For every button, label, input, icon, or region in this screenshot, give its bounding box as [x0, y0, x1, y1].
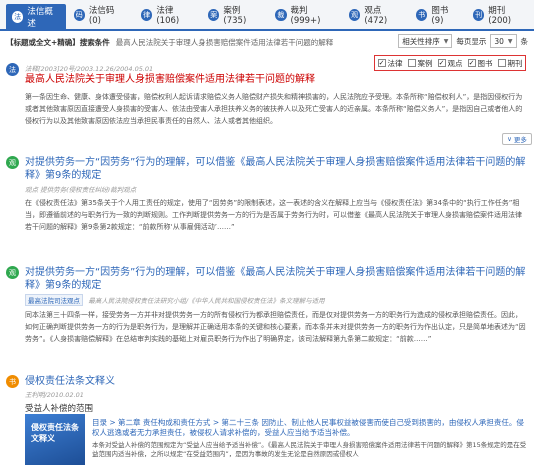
tab-label: 法律(106): [156, 5, 180, 26]
search-condition-prefix: 【标题或全文+精确】搜索条件: [6, 37, 110, 47]
chevron-down-icon: ∨: [507, 135, 512, 143]
sort-value: 相关性排序: [402, 36, 440, 46]
result-title[interactable]: 最高人民法院关于审理人身损害赔偿案件适用法律若干问题的解释: [25, 73, 315, 86]
more-label: 更多: [513, 136, 527, 144]
tab-label: 法信码 (0): [88, 5, 115, 26]
result-meta: 法释[2003]20号/2003.12.26/2004.05.01: [25, 65, 154, 73]
book-icon: 书: [6, 375, 19, 388]
book-excerpt: 本条对受益人补偿的范围规定为“受益人应当给予适当补偿”。《最高人民法院关于审理人…: [92, 441, 527, 458]
tab-label: 案例(735): [223, 5, 247, 26]
per-page-unit: 条: [520, 36, 529, 46]
result-title[interactable]: 侵权责任法条文释义: [25, 375, 115, 388]
source-tag: 最高法院司法观点: [25, 294, 83, 306]
result-subtitle: 受益人补偿的范围: [25, 404, 94, 414]
result-snippet: 同本法第三十四条一样，接受劳务一方并非对提供劳务一方的所有侵权行为都承担赔偿责任…: [25, 311, 526, 343]
result-tabs: 法法信概述 码法信码 (0) 律法律(106) 案案例(735) 裁裁判(999…: [0, 0, 534, 31]
result-item: 法 法释[2003]20号/2003.12.26/2004.05.01 最高人民…: [6, 63, 528, 127]
chevron-down-icon: ▼: [507, 37, 513, 45]
more-button[interactable]: ∨ 更多: [502, 133, 532, 145]
journal-icon: 刊: [472, 8, 485, 21]
tab-label: 图书(9): [431, 5, 449, 26]
viewpoint-icon: 观: [349, 8, 361, 21]
tab-label: 裁判(999+): [290, 5, 321, 26]
book-cover[interactable]: 侵权责任法条文释义: [25, 414, 85, 465]
code-icon: 码: [73, 8, 85, 21]
tab-label: 期刊(200): [488, 5, 512, 26]
tab-law[interactable]: 律法律(106): [135, 3, 200, 26]
tab-label: 观点(472): [364, 5, 388, 26]
tab-judgments[interactable]: 裁裁判(999+): [269, 3, 341, 26]
result-snippet: 第一条因生命、健康、身体遭受侵害，赔偿权利人起诉请求赔偿义务人赔偿财产损失和精神…: [25, 93, 523, 125]
tab-overview[interactable]: 法法信概述: [6, 4, 66, 30]
book-icon: 书: [416, 8, 428, 21]
judgment-icon: 裁: [275, 8, 287, 21]
result-meta: 王利明/2010.02.01: [25, 391, 84, 399]
per-page-select[interactable]: 30 ▼: [490, 34, 517, 48]
result-item: 观 对提供劳务一方“因劳务”行为的理解，可以借鉴《最高人民法院关于审理人身损害赔…: [6, 156, 528, 233]
search-query: 最高人民法院关于审理人身损害赔偿案件适用法律若干问题的解释: [115, 37, 334, 47]
tab-books[interactable]: 书图书(9): [410, 3, 465, 26]
per-page-label: 每页显示: [456, 36, 487, 46]
case-icon: 案: [208, 8, 220, 21]
result-title[interactable]: 对提供劳务一方“因劳务”行为的理解，可以借鉴《最高人民法院关于审理人身损害赔偿案…: [25, 266, 528, 292]
result-snippet: 在《侵权责任法》第35条关于个人用工责任的规定，使用了“因劳务”的限制表述，这一…: [25, 199, 522, 231]
overview-icon: 法: [12, 11, 24, 23]
result-meta: 观点 提供劳务(侵权责任纠纷)裁判观点: [25, 186, 137, 194]
tab-code[interactable]: 码法信码 (0): [68, 3, 133, 26]
per-page-value: 30: [494, 36, 504, 46]
result-item: 书 侵权责任法条文释义 王利明/2010.02.01 受益人补偿的范围: [6, 375, 528, 414]
viewpoint-icon: 观: [6, 156, 19, 169]
chevron-down-icon: ▼: [443, 37, 449, 45]
book-toc-line[interactable]: 目录 > 第二章 责任构成和责任方式 > 第二十三条 因防止、制止他人民事权益被…: [92, 418, 528, 438]
result-title[interactable]: 对提供劳务一方“因劳务”行为的理解，可以借鉴《最高人民法院关于审理人身损害赔偿案…: [25, 156, 528, 182]
tab-views[interactable]: 观观点(472): [343, 3, 408, 26]
sort-select[interactable]: 相关性排序 ▼: [398, 34, 453, 48]
law-icon: 律: [140, 8, 153, 21]
result-item: 观 对提供劳务一方“因劳务”行为的理解，可以借鉴《最高人民法院关于审理人身损害赔…: [6, 266, 528, 345]
tab-label: 法信概述: [27, 7, 53, 29]
law-icon: 法: [6, 63, 19, 76]
tab-cases[interactable]: 案案例(735): [202, 3, 267, 26]
tab-journals[interactable]: 刊期刊(200): [467, 3, 532, 26]
sort-controls: 相关性排序 ▼ 每页显示 30 ▼ 条: [394, 34, 528, 48]
result-meta: 最高人民法院侵权责任法研究小组/《中华人民共和国侵权责任法》条文理解与适用: [88, 297, 325, 305]
viewpoint-icon: 观: [6, 266, 19, 279]
